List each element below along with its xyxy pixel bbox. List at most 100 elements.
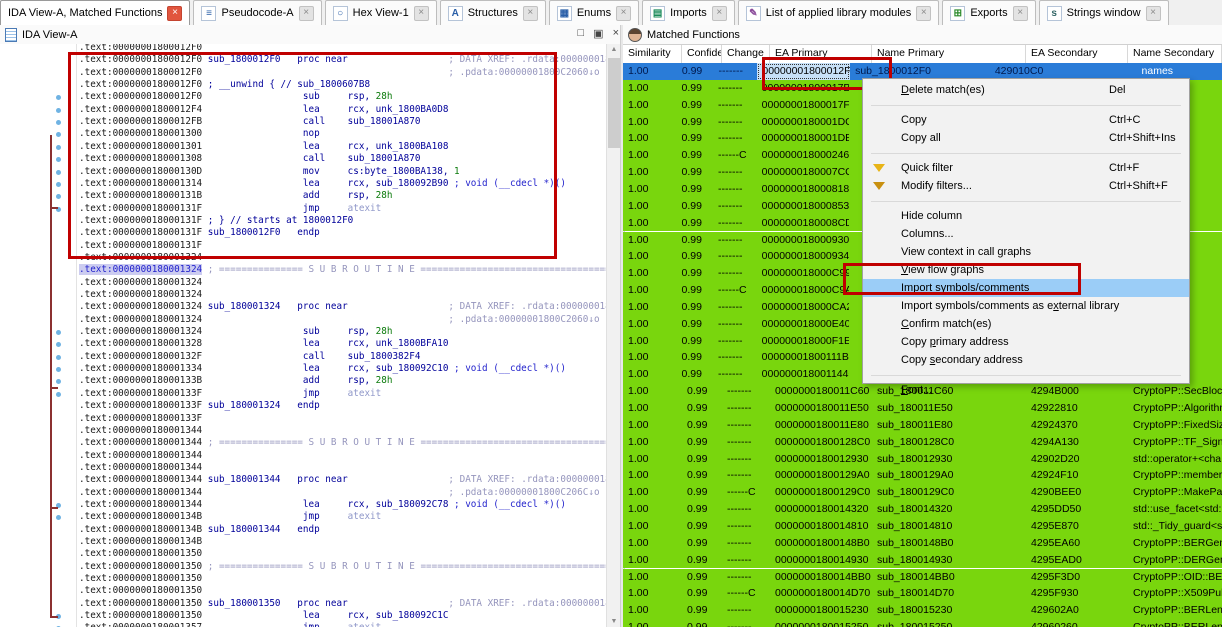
disasm-line[interactable]: .text:000000018000134B sub_180001344 end… xyxy=(0,524,606,536)
table-row[interactable]: 1.000.99-------0000000180014930sub_18001… xyxy=(623,552,1222,569)
window-control-icon[interactable]: □ xyxy=(578,27,585,40)
tab-imports[interactable]: ▤Imports× xyxy=(642,0,735,25)
table-row[interactable]: 1.000.99-------0000000180014320sub_18001… xyxy=(623,501,1222,518)
disasm-line[interactable]: .text:0000000180001344 ; ===============… xyxy=(0,437,606,449)
scroll-up-icon[interactable]: ▲ xyxy=(607,46,621,53)
disasm-line[interactable]: .text:0000000180001324 sub rsp, 28h xyxy=(0,326,606,338)
disasm-line[interactable]: .text:0000000180001324 ; .pdata:00000001… xyxy=(0,314,606,326)
disasm-line[interactable]: .text:0000000180001344 ; .pdata:00000001… xyxy=(0,487,606,499)
menu-item-view-context-in-call-graphs[interactable]: View context in call graphs xyxy=(863,243,1189,261)
disasm-line[interactable]: .text:0000000180001350 ; ===============… xyxy=(0,561,606,573)
table-row[interactable]: 1.000.99-------0000000180011E80sub_18001… xyxy=(623,417,1222,434)
menu-item-modify-filters-[interactable]: Modify filters...Ctrl+Shift+F xyxy=(863,177,1189,195)
disasm-line[interactable]: .text:0000000180001344 lea rcx, sub_1800… xyxy=(0,499,606,511)
disasm-text: .text:000000018000132F call sub_1800382F… xyxy=(79,351,420,363)
cell: 4295E870 xyxy=(1026,518,1128,535)
cell: CryptoPP::FixedSize xyxy=(1128,417,1222,434)
disasm-line[interactable]: .text:0000000180001324 ; ===============… xyxy=(0,264,606,276)
menu-item-quick-filter[interactable]: Quick filterCtrl+F xyxy=(863,159,1189,177)
scrollbar-thumb[interactable] xyxy=(608,58,620,148)
disassembly-scrollbar[interactable]: ▲ ▼ xyxy=(606,44,621,627)
menu-item-copy[interactable]: CopyCtrl+C xyxy=(863,111,1189,129)
cell: 42924F10 xyxy=(1026,467,1128,484)
scroll-down-icon[interactable]: ▼ xyxy=(607,618,621,625)
column-header-confidence[interactable]: Confidence xyxy=(682,45,722,63)
cell: 1.00 xyxy=(623,164,677,181)
column-header-name-primary[interactable]: Name Primary xyxy=(872,45,1026,63)
disasm-line[interactable]: .text:000000018000134B jmp atexit xyxy=(0,511,606,523)
cell: 0000000180009340 xyxy=(757,248,849,265)
table-row[interactable]: 1.000.99-------00000001800128C0sub_18001… xyxy=(623,434,1222,451)
tab-list-of-applied-library-modules[interactable]: ✎List of applied library modules× xyxy=(738,0,940,25)
disasm-line[interactable]: .text:000000018000134B xyxy=(0,536,606,548)
disasm-line[interactable]: .text:0000000180001328 lea rcx, unk_1800… xyxy=(0,338,606,350)
disasm-line[interactable]: .text:0000000180001344 sub_180001344 pro… xyxy=(0,474,606,486)
close-icon[interactable]: × xyxy=(523,6,538,21)
disasm-line[interactable]: .text:0000000180001344 xyxy=(0,450,606,462)
disasm-line[interactable]: .text:000000018000132F call sub_1800382F… xyxy=(0,351,606,363)
disasm-line[interactable]: .text:000000018000133F jmp atexit xyxy=(0,388,606,400)
table-row[interactable]: 1.000.99-------0000000180015250sub_18001… xyxy=(623,619,1222,627)
breakpoint-dot-icon xyxy=(56,392,61,397)
cell: 0.99 xyxy=(677,130,713,147)
breakpoint-dot-icon xyxy=(56,145,61,150)
column-header-ea-secondary[interactable]: EA Secondary xyxy=(1026,45,1128,63)
menu-item-hide-column[interactable]: Hide column xyxy=(863,207,1189,225)
window-control-icon[interactable]: ▣ xyxy=(593,27,603,40)
disasm-line[interactable]: .text:0000000180001350 xyxy=(0,548,606,560)
table-row[interactable]: 1.000.99------C0000000180014D70sub_18001… xyxy=(623,585,1222,602)
disasm-line[interactable]: .text:0000000180001350 xyxy=(0,585,606,597)
disasm-line[interactable]: .text:0000000180001324 xyxy=(0,277,606,289)
cell: 4290BEE0 xyxy=(1026,484,1128,501)
menu-item-columns-[interactable]: Columns... xyxy=(863,225,1189,243)
disasm-line[interactable]: .text:0000000180001350 sub_180001350 pro… xyxy=(0,598,606,610)
column-header-similarity[interactable]: Similarity xyxy=(623,45,682,63)
close-icon[interactable]: × xyxy=(414,6,429,21)
menu-item-font-[interactable]: Font... xyxy=(863,381,1189,399)
disasm-line[interactable]: .text:000000018000133F xyxy=(0,413,606,425)
disasm-line[interactable]: .text:0000000180001357 jmp atexit xyxy=(0,622,606,627)
table-row[interactable]: 1.000.99-------0000000180014810sub_18001… xyxy=(623,518,1222,535)
cell: ------- xyxy=(713,215,757,232)
table-row[interactable]: 1.000.99-------0000000180011E50sub_18001… xyxy=(623,400,1222,417)
tab-ida-view-a-matched-functions[interactable]: IDA View-A, Matched Functions× xyxy=(0,0,190,25)
disasm-line[interactable]: .text:0000000180001344 xyxy=(0,425,606,437)
disasm-line[interactable]: .text:0000000180001324 sub_180001324 pro… xyxy=(0,301,606,313)
disasm-line[interactable]: .text:0000000180001334 lea rcx, sub_1800… xyxy=(0,363,606,375)
disasm-line[interactable]: .text:0000000180001324 xyxy=(0,289,606,301)
close-icon[interactable]: × xyxy=(1146,6,1161,21)
tab-pseudocode-a[interactable]: ≡Pseudocode-A× xyxy=(193,0,321,25)
menu-item-copy-secondary-address[interactable]: Copy secondary address xyxy=(863,351,1189,369)
column-header-name-secondary[interactable]: Name Secondary xyxy=(1128,45,1222,63)
tab-strings-window[interactable]: sStrings window× xyxy=(1039,0,1169,25)
disasm-line[interactable]: .text:0000000180001344 xyxy=(0,462,606,474)
table-row[interactable]: 1.000.99-------0000000180014BB0sub_18001… xyxy=(623,569,1222,586)
menu-item-copy-primary-address[interactable]: Copy primary address xyxy=(863,333,1189,351)
table-row[interactable]: 1.000.99-------0000000180012930sub_18001… xyxy=(623,451,1222,468)
close-icon[interactable]: × xyxy=(616,6,631,21)
table-row[interactable]: 1.000.99-------0000000180015230sub_18001… xyxy=(623,602,1222,619)
disasm-line[interactable]: .text:0000000180001350 xyxy=(0,573,606,585)
close-icon[interactable]: × xyxy=(712,6,727,21)
window-control-icon[interactable]: × xyxy=(613,27,619,40)
close-icon[interactable]: × xyxy=(916,6,931,21)
menu-item-import-symbols-comments-as-external-library[interactable]: Import symbols/comments as external libr… xyxy=(863,297,1189,315)
table-row[interactable]: 1.000.99------C00000001800129C0sub_18001… xyxy=(623,484,1222,501)
tab-exports[interactable]: ⊞Exports× xyxy=(942,0,1035,25)
table-row[interactable]: 1.000.99-------00000001800148B0sub_18001… xyxy=(623,535,1222,552)
menu-item-delete-match-es-[interactable]: Delete match(es)Del xyxy=(863,81,1189,99)
disasm-line[interactable]: .text:0000000180001350 lea rcx, sub_1800… xyxy=(0,610,606,622)
cell: ------- xyxy=(722,434,770,451)
menu-item-copy-all[interactable]: Copy allCtrl+Shift+Ins xyxy=(863,129,1189,147)
disasm-line[interactable]: .text:000000018000133B add rsp, 28h xyxy=(0,375,606,387)
close-icon[interactable]: × xyxy=(1013,6,1028,21)
disasm-line[interactable]: .text:000000018000133F sub_180001324 end… xyxy=(0,400,606,412)
tab-structures[interactable]: AStructures× xyxy=(440,0,546,25)
menu-item-confirm-match-es-[interactable]: Confirm match(es) xyxy=(863,315,1189,333)
tab-enums[interactable]: ▦Enums× xyxy=(549,0,639,25)
close-icon[interactable]: × xyxy=(167,6,182,21)
close-icon[interactable]: × xyxy=(299,6,314,21)
table-row[interactable]: 1.000.99-------00000001800129A0sub_18001… xyxy=(623,467,1222,484)
cell: 0.99 xyxy=(682,417,722,434)
tab-hex-view-1[interactable]: ○Hex View-1× xyxy=(325,0,437,25)
